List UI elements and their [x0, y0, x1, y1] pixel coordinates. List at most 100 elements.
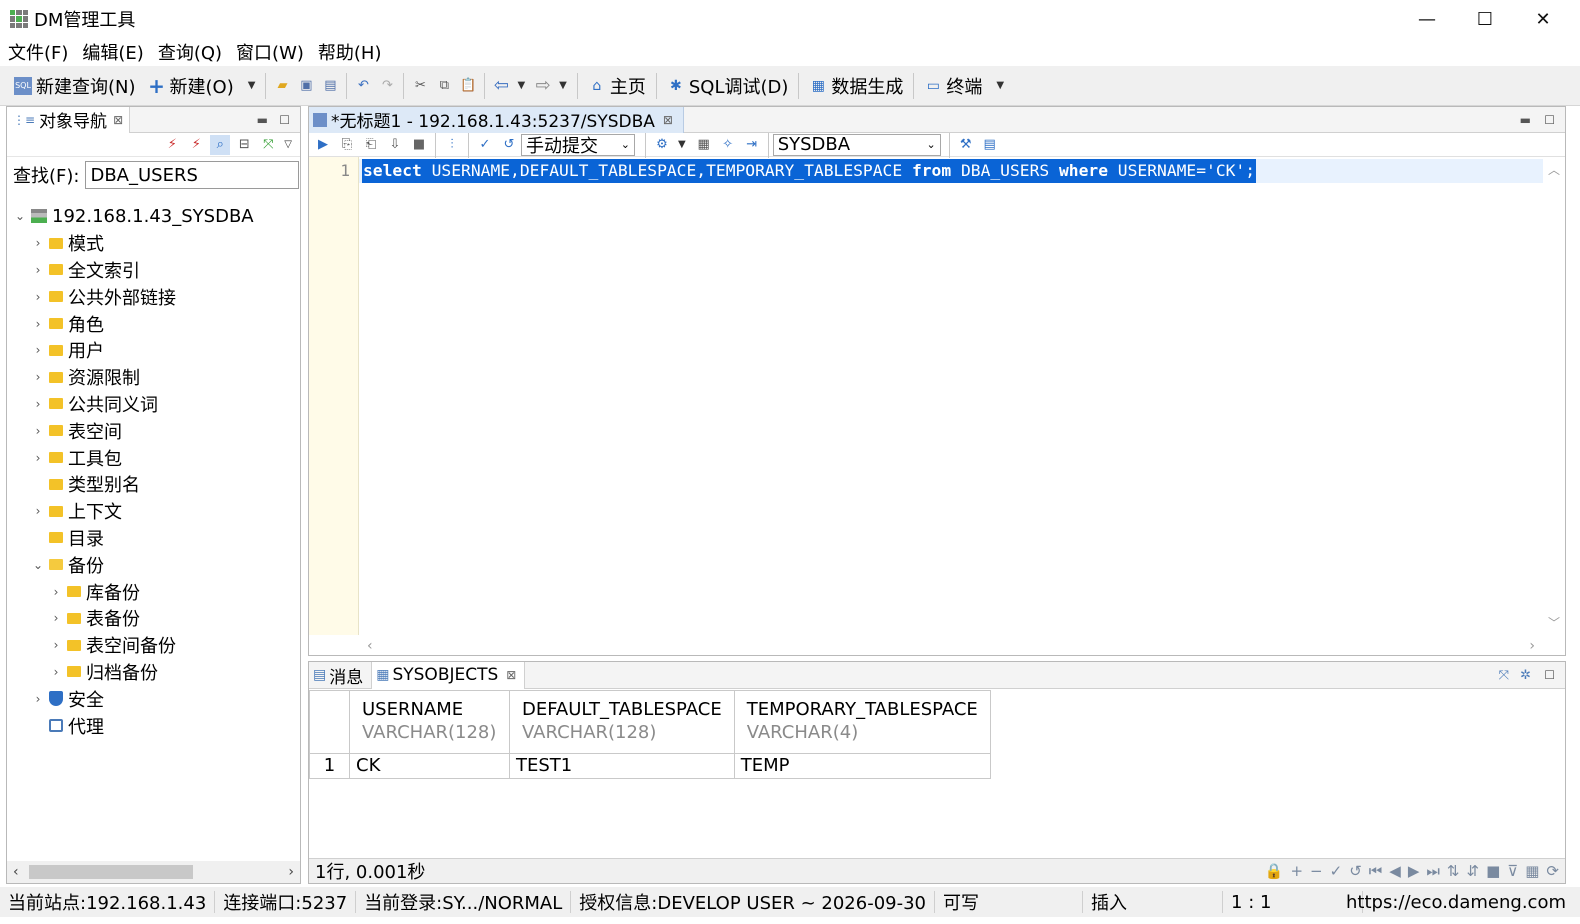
scroll-up-icon[interactable]: ︿: [1548, 161, 1560, 178]
menu-window[interactable]: 窗口(W): [228, 39, 310, 65]
chevron-right-icon[interactable]: ›: [31, 290, 45, 304]
sql-statement[interactable]: select USERNAME,DEFAULT_TABLESPACE,TEMPO…: [362, 159, 1257, 183]
table-cell[interactable]: CK: [349, 753, 510, 779]
chevron-right-icon[interactable]: ›: [31, 343, 45, 357]
sort-desc-icon[interactable]: ⇵: [1466, 862, 1479, 880]
data-gen-button[interactable]: ▦ 数据生成: [803, 70, 909, 102]
explain-icon[interactable]: ⎗: [361, 135, 381, 155]
chevron-right-icon[interactable]: ›: [31, 692, 45, 706]
tab-object-navigator[interactable]: ⋮≡ 对象导航 ⊠: [7, 106, 131, 133]
tool-icon[interactable]: ⚒: [956, 135, 976, 155]
maximize-button[interactable]: ☐: [1456, 0, 1514, 38]
chevron-down-icon[interactable]: ⌄: [13, 209, 27, 223]
maximize-icon[interactable]: ☐: [1544, 113, 1555, 127]
export-grid-icon[interactable]: ▦: [1525, 862, 1539, 880]
run-icon[interactable]: ▶: [313, 135, 333, 155]
close-icon[interactable]: ⊠: [663, 113, 673, 127]
refresh-icon[interactable]: ⟳: [1546, 862, 1559, 880]
menu-edit[interactable]: 编辑(E): [74, 39, 149, 65]
back-arrow-icon[interactable]: ⇦: [491, 75, 511, 96]
step-icon[interactable]: ⇥: [742, 135, 762, 155]
tree-node[interactable]: › 资源限制: [7, 364, 300, 391]
chevron-right-icon[interactable]: ›: [31, 317, 45, 331]
tree-node[interactable]: › 角色: [7, 310, 300, 337]
revert-icon[interactable]: ↺: [1349, 862, 1362, 880]
chevron-right-icon[interactable]: ›: [49, 611, 63, 625]
next-page-icon[interactable]: ▶: [1408, 862, 1420, 880]
new-button[interactable]: + 新建(O) ▼: [142, 70, 262, 102]
chevron-down-icon[interactable]: ⌄: [31, 558, 45, 572]
editor-vertical-scrollbar[interactable]: ︿ ﹀: [1543, 157, 1565, 635]
close-icon[interactable]: ⊠: [506, 668, 516, 682]
undo-icon[interactable]: ↶: [353, 76, 373, 96]
stop-icon[interactable]: ■: [409, 135, 429, 155]
tree-node[interactable]: › 上下文: [7, 498, 300, 525]
tree-node[interactable]: › 归档备份: [7, 659, 300, 686]
first-page-icon[interactable]: ⏮: [1369, 862, 1383, 880]
tree-node[interactable]: › 表备份: [7, 605, 300, 632]
lock-icon[interactable]: 🔒: [1265, 862, 1284, 880]
chevron-down-icon[interactable]: ▽: [284, 139, 292, 150]
chevron-right-icon[interactable]: ›: [31, 236, 45, 250]
column-header[interactable]: TEMPORARY_TABLESPACE VARCHAR(4): [733, 690, 991, 754]
delete-row-icon[interactable]: −: [1310, 862, 1323, 880]
column-header[interactable]: DEFAULT_TABLESPACE VARCHAR(128): [509, 690, 735, 754]
menu-query[interactable]: 查询(Q): [150, 39, 228, 65]
minimize-icon[interactable]: ▬: [257, 113, 268, 127]
close-button[interactable]: ✕: [1514, 0, 1572, 38]
scroll-right-icon[interactable]: ›: [1529, 638, 1535, 654]
paste-icon[interactable]: 📋: [458, 76, 478, 96]
commit-mode-select[interactable]: 手动提交 ⌄: [521, 133, 635, 157]
scroll-down-icon[interactable]: ﹀: [1548, 614, 1560, 631]
code-area[interactable]: 1 select USERNAME,DEFAULT_TABLESPACE,TEM…: [309, 157, 1565, 654]
minimize-button[interactable]: —: [1398, 0, 1456, 38]
tree-node[interactable]: › 表空间备份: [7, 632, 300, 659]
chevron-right-icon[interactable]: ›: [49, 585, 63, 599]
search-icon[interactable]: ⌕: [210, 134, 231, 155]
tab-sysobjects[interactable]: ▦ SYSOBJECTS ⊠: [372, 661, 526, 689]
tree-node[interactable]: ⌄ 备份: [7, 551, 300, 578]
chevron-right-icon[interactable]: ›: [31, 504, 45, 518]
stop-icon[interactable]: ■: [1486, 862, 1500, 880]
panel-icon[interactable]: ▤: [980, 135, 1000, 155]
filter-icon[interactable]: ⊽: [1507, 862, 1518, 880]
tree-node[interactable]: › 模式: [7, 230, 300, 257]
sort-icon[interactable]: ⇅: [1447, 862, 1460, 880]
copy-icon[interactable]: ⧉: [434, 76, 454, 96]
add-row-icon[interactable]: +: [1290, 862, 1303, 880]
forward-arrow-icon[interactable]: ⇨: [533, 75, 553, 96]
redo-icon[interactable]: ↷: [377, 76, 397, 96]
tree-node[interactable]: 目录: [7, 525, 300, 552]
tree-root[interactable]: ⌄ 192.168.1.43_SYSDBA: [7, 203, 300, 230]
chevron-right-icon[interactable]: ›: [31, 424, 45, 438]
cut-icon[interactable]: ✂: [410, 76, 430, 96]
chevron-right-icon[interactable]: ›: [31, 263, 45, 277]
terminal-button[interactable]: ▭ 终端 ▼: [918, 70, 1010, 102]
scroll-thumb[interactable]: [29, 865, 193, 879]
minimize-icon[interactable]: ▬: [1520, 113, 1531, 127]
sql-debug-button[interactable]: ✱ SQL调试(D): [661, 70, 795, 102]
chevron-right-icon[interactable]: ›: [31, 370, 45, 384]
maximize-icon[interactable]: ☐: [1544, 668, 1555, 682]
chevron-right-icon[interactable]: ›: [49, 665, 63, 679]
rollback-icon[interactable]: ↺: [499, 135, 519, 155]
editor-horizontal-scrollbar[interactable]: ‹ ›: [359, 635, 1543, 657]
maximize-icon[interactable]: ☐: [279, 113, 290, 127]
chevron-down-icon[interactable]: ▼: [996, 80, 1004, 91]
menu-help[interactable]: 帮助(H): [310, 39, 388, 65]
table-cell[interactable]: TEMP: [733, 753, 991, 779]
link-icon[interactable]: ⤧: [258, 135, 278, 155]
tab-messages[interactable]: ▤ 消息: [309, 661, 373, 689]
last-page-icon[interactable]: ⏭: [1426, 862, 1440, 880]
table-cell[interactable]: TEST1: [509, 753, 735, 779]
search-input[interactable]: DBA_USERS: [85, 161, 300, 189]
prev-page-icon[interactable]: ◀: [1389, 862, 1401, 880]
chevron-right-icon[interactable]: ›: [31, 451, 45, 465]
column-header[interactable]: USERNAME VARCHAR(128): [349, 690, 510, 754]
table-row[interactable]: 1 CK TEST1 TEMP: [309, 753, 991, 779]
open-folder-icon[interactable]: ▰: [272, 76, 292, 96]
run-script-icon[interactable]: ⎘: [337, 135, 357, 155]
tree-node[interactable]: 类型别名: [7, 471, 300, 498]
chevron-down-icon[interactable]: ▼: [517, 80, 525, 91]
home-button[interactable]: ⌂ 主页: [582, 70, 652, 102]
